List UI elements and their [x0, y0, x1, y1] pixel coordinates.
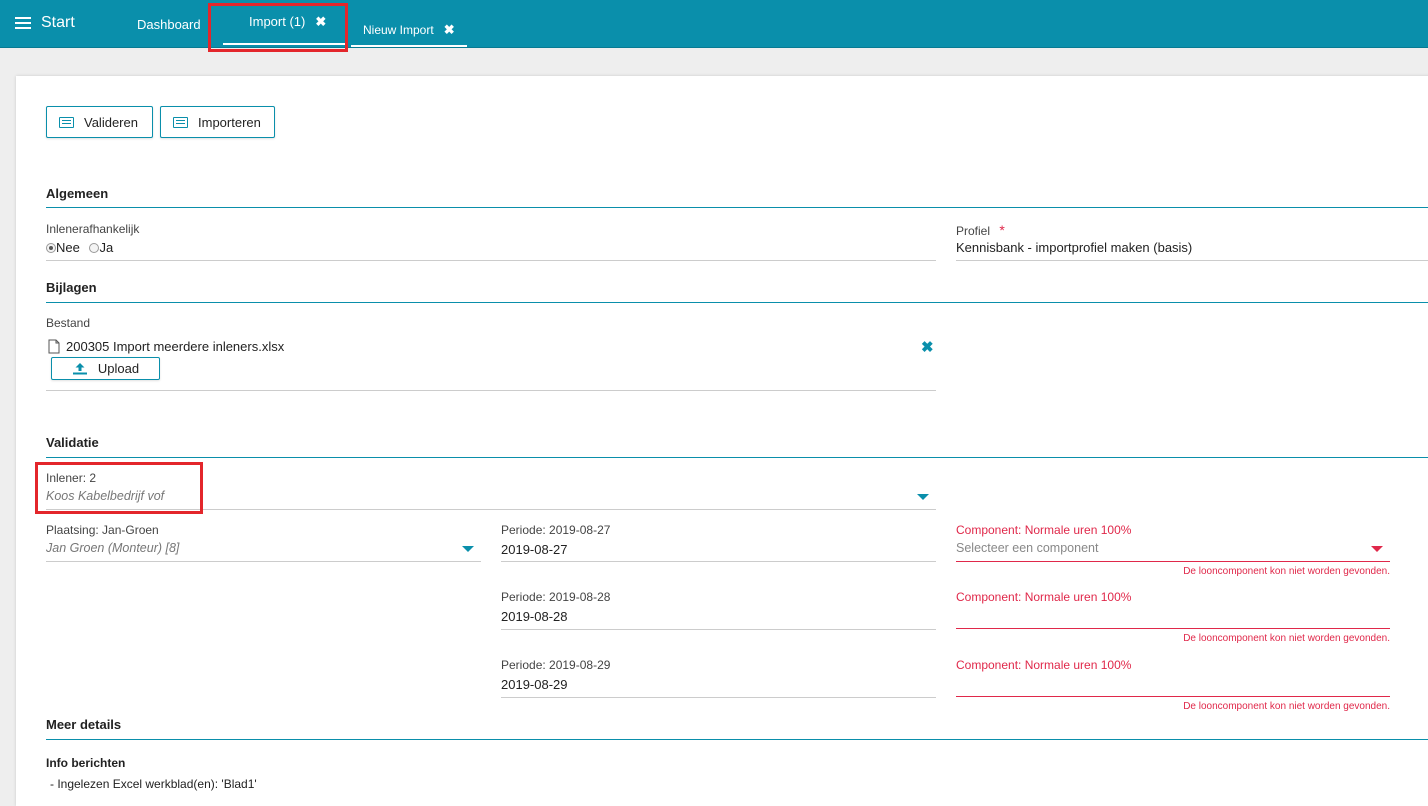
- inlener-select[interactable]: Koos Kabelbedrijf vof: [46, 489, 164, 503]
- component-label: Component: Normale uren 100%: [956, 523, 1132, 537]
- section-divider: [46, 302, 1428, 303]
- section-title-algemeen: Algemeen: [46, 186, 109, 201]
- field-underline: [46, 390, 936, 391]
- field-underline-error: [956, 561, 1390, 562]
- tab-dashboard-label: Dashboard: [137, 17, 201, 32]
- file-name: 200305 Import meerdere inleners.xlsx: [66, 339, 285, 354]
- section-divider: [46, 207, 1428, 208]
- list-icon: [59, 116, 74, 128]
- error-message: De looncomponent kon niet worden gevonde…: [1183, 701, 1390, 712]
- field-underline: [956, 260, 1428, 261]
- profiel-label: Profiel *: [956, 222, 1005, 238]
- periode-label: Periode: 2019-08-27: [501, 523, 611, 537]
- tab-import-label: Import (1): [249, 14, 306, 29]
- chevron-down-icon[interactable]: [1371, 546, 1383, 552]
- inlenerafhankelijk-radio-group: Nee Ja: [46, 240, 113, 255]
- close-icon[interactable]: ✖: [315, 14, 326, 30]
- top-navigation-bar: Start Dashboard Import (1) ✖ Nieuw Impor…: [0, 0, 1428, 48]
- inlenerafhankelijk-label: Inlenerafhankelijk: [46, 222, 140, 236]
- tab-import[interactable]: Import (1) ✖: [223, 0, 345, 45]
- component-select[interactable]: Selecteer een component: [956, 541, 1098, 555]
- required-mark: *: [999, 222, 1005, 238]
- validate-button[interactable]: Valideren: [46, 106, 153, 138]
- file-icon: [48, 339, 60, 354]
- profiel-field[interactable]: Kennisbank - importprofiel maken (basis): [956, 240, 1192, 255]
- error-message: De looncomponent kon niet worden gevonde…: [1183, 566, 1390, 577]
- bestand-label: Bestand: [46, 316, 91, 330]
- field-underline-error: [956, 696, 1390, 697]
- tab-nieuw-import-label: Nieuw Import: [363, 22, 434, 37]
- radio-nee[interactable]: [46, 243, 56, 253]
- field-underline: [46, 260, 936, 261]
- list-icon: [173, 116, 188, 128]
- chevron-down-icon[interactable]: [917, 494, 929, 500]
- start-menu-button[interactable]: Start: [15, 14, 75, 32]
- hamburger-icon: [15, 17, 31, 30]
- field-underline: [501, 629, 936, 630]
- component-label: Component: Normale uren 100%: [956, 590, 1132, 604]
- inlener-label: Inlener: 2: [46, 471, 97, 485]
- periode-value[interactable]: 2019-08-27: [501, 542, 568, 557]
- section-title-validatie: Validatie: [46, 435, 99, 450]
- plaatsing-select[interactable]: Jan Groen (Monteur) [8]: [46, 541, 179, 555]
- periode-label: Periode: 2019-08-28: [501, 590, 611, 604]
- field-underline: [501, 697, 936, 698]
- periode-value[interactable]: 2019-08-29: [501, 677, 568, 692]
- chevron-down-icon[interactable]: [462, 546, 474, 552]
- periode-value[interactable]: 2019-08-28: [501, 609, 568, 624]
- section-title-meer-details: Meer details: [46, 717, 122, 732]
- validate-button-label: Valideren: [84, 114, 138, 130]
- component-select[interactable]: [956, 609, 1390, 627]
- upload-button[interactable]: Upload: [51, 357, 160, 380]
- section-title-bijlagen: Bijlagen: [46, 280, 97, 295]
- main-panel: Valideren Importeren Algemeen Inlenerafh…: [16, 76, 1428, 806]
- start-menu-label: Start: [41, 14, 75, 31]
- import-button-label: Importeren: [198, 114, 261, 130]
- component-label: Component: Normale uren 100%: [956, 658, 1132, 672]
- error-message: De looncomponent kon niet worden gevonde…: [1183, 633, 1390, 644]
- tab-nieuw-import[interactable]: Nieuw Import ✖: [351, 14, 467, 47]
- field-underline: [46, 509, 936, 510]
- profiel-label-text: Profiel: [956, 224, 991, 238]
- info-messages-title: Info berichten: [46, 756, 126, 770]
- upload-icon: [72, 363, 87, 375]
- field-underline-error: [956, 628, 1390, 629]
- close-icon[interactable]: ✖: [444, 22, 455, 38]
- file-entry: 200305 Import meerdere inleners.xlsx: [48, 339, 284, 354]
- import-button[interactable]: Importeren: [160, 106, 275, 138]
- field-underline: [501, 561, 936, 562]
- upload-button-label: Upload: [97, 361, 140, 376]
- radio-nee-label: Nee: [56, 240, 80, 255]
- radio-ja-label: Ja: [99, 240, 114, 255]
- section-divider: [46, 457, 1428, 458]
- tab-dashboard[interactable]: Dashboard: [137, 17, 201, 32]
- field-underline: [46, 561, 481, 562]
- remove-file-icon[interactable]: ✖: [921, 338, 934, 356]
- radio-ja[interactable]: [89, 243, 100, 253]
- plaatsing-label: Plaatsing: Jan-Groen: [46, 523, 159, 537]
- info-message: - Ingelezen Excel werkblad(en): 'Blad1': [50, 777, 257, 791]
- periode-label: Periode: 2019-08-29: [501, 658, 611, 672]
- section-divider: [46, 739, 1428, 740]
- component-select[interactable]: [956, 677, 1390, 695]
